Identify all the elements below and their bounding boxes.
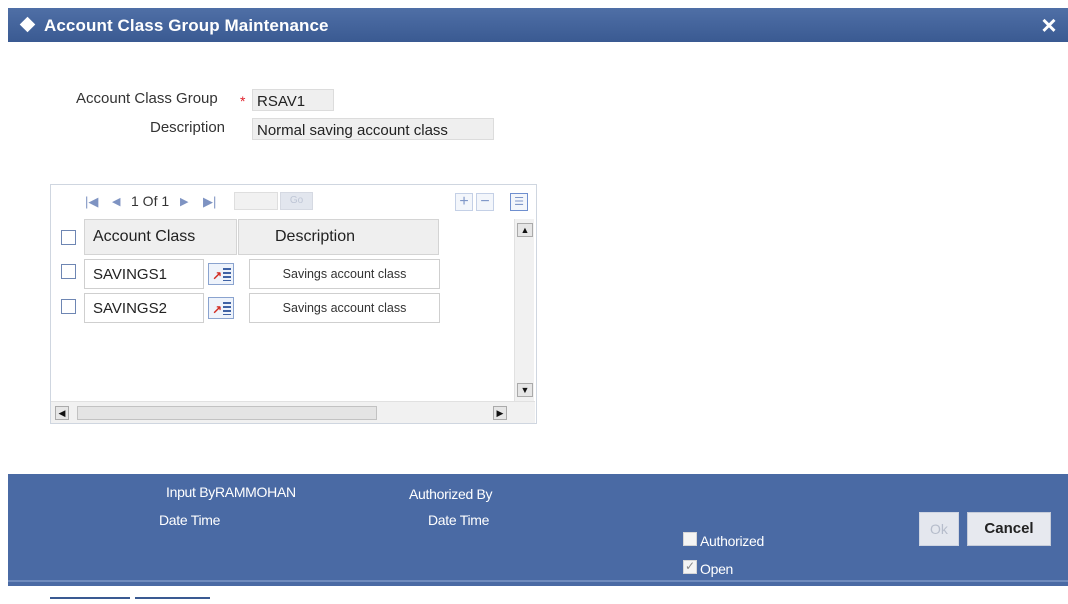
required-mark: * [240,93,246,109]
row-2-lov-icon[interactable]: ↗ [208,297,234,319]
grid-toolbar: |◀ ◀ 1 Of 1 ▶ ▶| Go + − ☰ [51,185,536,217]
row-2-description[interactable]: Savings account class [249,293,440,323]
date-time-label: Date Time [159,512,221,528]
authorized-checkbox[interactable] [683,532,697,546]
column-header-description: Description [238,219,439,255]
first-page-icon[interactable]: |◀ [85,194,98,210]
last-page-icon[interactable]: ▶| [203,194,216,210]
bottom-tab-2 [135,597,210,599]
description-label: Description [150,119,226,136]
bottom-tab-1 [50,597,130,599]
title-bar: Account Class Group Maintenance × [8,8,1068,42]
date-time-label-2: Date Time [428,512,490,528]
scroll-up-icon[interactable]: ▲ [517,223,533,237]
row-1-description[interactable]: Savings account class [249,259,440,289]
diamond-icon [19,16,36,33]
window-title: Account Class Group Maintenance [44,16,329,35]
ok-button[interactable]: Ok [919,512,959,546]
cancel-button[interactable]: Cancel [967,512,1051,546]
single-view-icon[interactable]: ☰ [510,193,528,211]
horizontal-scroll-thumb[interactable] [77,406,377,420]
authorized-label: Authorized [700,533,764,549]
scroll-left-icon[interactable]: ◀ [55,406,69,420]
description-field[interactable]: Normal saving account class [252,118,494,140]
row-2-account-class[interactable]: SAVINGS2 [84,293,204,323]
scroll-right-icon[interactable]: ▶ [493,406,507,420]
audit-footer: Input ByRAMMOHAN Date Time Authorized By… [8,474,1068,586]
previous-page-icon[interactable]: ◀ [112,195,120,208]
account-class-group-label: Account Class Group [76,90,218,107]
select-all-checkbox[interactable] [61,230,76,245]
row-1-account-class[interactable]: SAVINGS1 [84,259,204,289]
input-by-label: Input ByRAMMOHAN [166,484,296,500]
account-class-grid: |◀ ◀ 1 Of 1 ▶ ▶| Go + − ☰ Account Class … [50,184,537,424]
horizontal-scrollbar[interactable]: ◀ ▶ [51,401,535,423]
pager-text: 1 Of 1 [131,193,170,209]
row-1-lov-icon[interactable]: ↗ [208,263,234,285]
input-by-label-text: Input By [166,484,215,500]
top-border [0,0,1068,6]
vertical-scrollbar[interactable]: ▲ ▼ [514,219,534,401]
footer-divider [8,580,1068,582]
account-class-group-field[interactable]: RSAV1 [252,89,334,111]
next-page-icon[interactable]: ▶ [180,195,188,208]
row-1-checkbox[interactable] [61,264,76,279]
page-number-input[interactable] [234,192,278,210]
delete-row-icon[interactable]: − [476,193,494,211]
go-button[interactable]: Go [280,192,313,210]
scroll-down-icon[interactable]: ▼ [517,383,533,397]
row-2-checkbox[interactable] [61,299,76,314]
close-icon[interactable]: × [1036,11,1062,39]
column-header-account-class: Account Class [84,219,237,255]
add-row-icon[interactable]: + [455,193,473,211]
bottom-strip [0,586,1068,604]
open-checkbox[interactable] [683,559,697,574]
authorized-by-label: Authorized By [409,486,493,502]
input-by-value: RAMMOHAN [214,484,296,500]
open-label: Open [700,561,734,577]
